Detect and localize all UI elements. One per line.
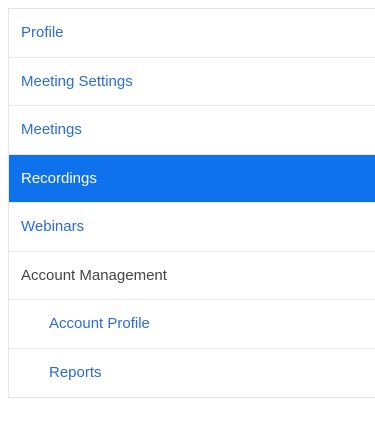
nav-item-label: Recordings: [21, 169, 97, 187]
nav-item-label: Meeting Settings: [21, 72, 133, 90]
nav-item-meetings[interactable]: Meetings: [9, 106, 375, 155]
nav-item-label: Profile: [21, 24, 64, 42]
nav-item-label: Account Profile: [49, 315, 150, 333]
settings-sidebar-nav: Profile Meeting Settings Meetings Record…: [8, 8, 375, 398]
nav-item-label: Reports: [49, 364, 102, 382]
nav-item-account-profile[interactable]: Account Profile: [9, 300, 375, 349]
nav-section-label: Account Management: [21, 266, 167, 284]
nav-item-reports[interactable]: Reports: [9, 349, 375, 398]
nav-item-label: Webinars: [21, 218, 85, 236]
nav-item-label: Meetings: [21, 121, 82, 139]
nav-item-webinars[interactable]: Webinars: [9, 203, 375, 252]
nav-item-profile[interactable]: Profile: [9, 9, 375, 58]
nav-item-meeting-settings[interactable]: Meeting Settings: [9, 58, 375, 106]
nav-section-account-management: Account Management: [9, 252, 375, 300]
nav-item-recordings[interactable]: Recordings: [9, 154, 375, 203]
